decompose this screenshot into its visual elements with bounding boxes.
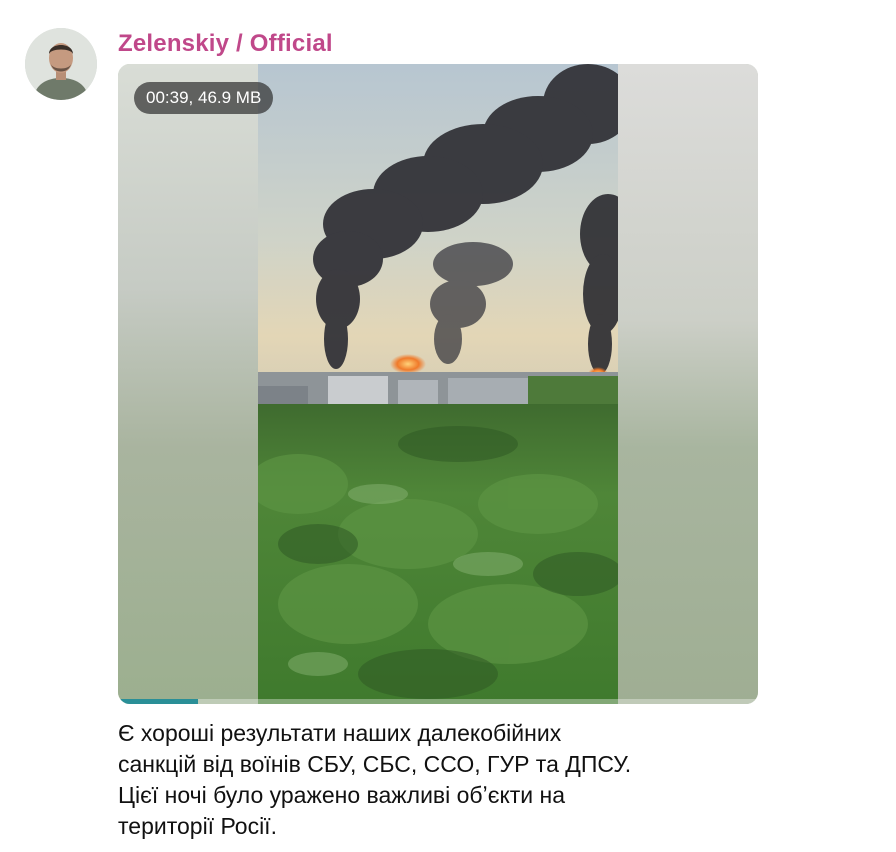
caption-line: території Росії. <box>118 813 277 839</box>
message-caption: Є хороші результати наших далекобійних с… <box>118 718 808 842</box>
video-duration-size-badge: 00:39, 46.9 MB <box>134 82 274 114</box>
caption-line: санкцій від воїнів СБУ, СБС, ССО, ГУР та… <box>118 751 632 777</box>
video-progress-fill <box>118 699 198 704</box>
channel-avatar[interactable] <box>25 28 97 100</box>
video-message[interactable]: 00:39, 46.9 MB <box>118 64 758 704</box>
caption-line: Є хороші результати наших далекобійних <box>118 720 562 746</box>
channel-name[interactable]: Zelenskiy / Official <box>118 30 333 58</box>
channel-avatar-icon <box>25 28 97 100</box>
video-progress-bar[interactable] <box>118 699 758 704</box>
caption-line: Цієї ночі було уражено важливі обʼєкти н… <box>118 782 566 808</box>
video-frame <box>258 64 618 704</box>
